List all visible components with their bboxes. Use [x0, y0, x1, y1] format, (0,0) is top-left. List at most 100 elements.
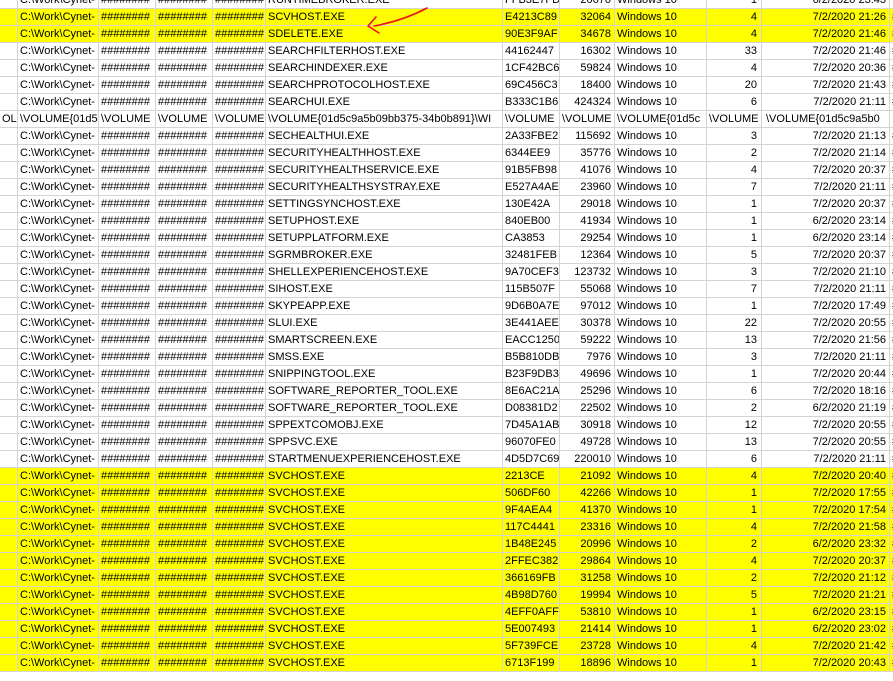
process-name-cell[interactable]: SVCHOST.EXE	[266, 587, 503, 604]
table-row[interactable]: C:\Work\Cynet- ######## ######## ######## SD…	[0, 26, 893, 43]
date-cell-b[interactable]: ########	[156, 247, 213, 264]
table-row[interactable]: C:\Work\Cynet- ######## ######## ######## SE…	[0, 60, 893, 77]
count-cell[interactable]: 4	[707, 162, 762, 179]
os-cell[interactable]: Windows 10	[615, 60, 707, 77]
date-cell-c[interactable]: ########	[213, 247, 266, 264]
date-cell-b[interactable]: ########	[156, 638, 213, 655]
timestamp-cell[interactable]: 7/2/2020 20:40	[762, 468, 890, 485]
date-cell-c[interactable]: ########	[213, 26, 266, 43]
table-row[interactable]: C:\Work\Cynet- ######## ######## ######## SV…	[0, 621, 893, 638]
date-cell-a[interactable]: ########	[99, 0, 156, 9]
timestamp-cell[interactable]: 7/2/2020 20:55	[762, 417, 890, 434]
date-cell-a[interactable]: ########	[99, 400, 156, 417]
date-cell-b[interactable]: ########	[156, 26, 213, 43]
size-cell[interactable]: 16302	[560, 43, 615, 60]
table-row[interactable]: C:\Work\Cynet- ######## ######## ######## SN…	[0, 366, 893, 383]
row-marker-cell[interactable]	[0, 553, 18, 570]
date-cell-c[interactable]: ########	[213, 383, 266, 400]
date-cell-c[interactable]: ########	[213, 604, 266, 621]
size-cell[interactable]: 21414	[560, 621, 615, 638]
timestamp-cell[interactable]: 6/2/2020 23:14	[762, 213, 890, 230]
date-cell-b[interactable]: ########	[156, 604, 213, 621]
count-cell[interactable]: 3	[707, 128, 762, 145]
os-cell[interactable]: Windows 10	[615, 77, 707, 94]
date-cell-a[interactable]: ########	[99, 315, 156, 332]
process-name-cell[interactable]: SECURITYHEALTHSERVICE.EXE	[266, 162, 503, 179]
source-path-cell[interactable]: C:\Work\Cynet-	[18, 264, 99, 281]
process-name-cell[interactable]: SECURITYHEALTHSYSTRAY.EXE	[266, 179, 503, 196]
row-marker-cell[interactable]	[0, 587, 18, 604]
os-cell[interactable]: Windows 10	[615, 451, 707, 468]
os-cell[interactable]: Windows 10	[615, 315, 707, 332]
count-cell[interactable]: 33	[707, 43, 762, 60]
size-cell[interactable]: 7976	[560, 349, 615, 366]
date-cell-c[interactable]: ########	[213, 298, 266, 315]
date-cell-b[interactable]: \VOLUME	[156, 111, 213, 128]
process-name-cell[interactable]: SLUI.EXE	[266, 315, 503, 332]
process-name-cell[interactable]: SVCHOST.EXE	[266, 553, 503, 570]
count-cell[interactable]: 4	[707, 26, 762, 43]
os-cell[interactable]: Windows 10	[615, 264, 707, 281]
process-name-cell[interactable]: SVCHOST.EXE	[266, 536, 503, 553]
size-cell[interactable]: 31258	[560, 570, 615, 587]
row-marker-cell[interactable]	[0, 417, 18, 434]
timestamp-cell[interactable]: 7/2/2020 20:36	[762, 60, 890, 77]
row-marker-cell[interactable]	[0, 26, 18, 43]
hash-cell[interactable]: 2A33FBE2	[503, 128, 560, 145]
timestamp-cell[interactable]: 7/2/2020 17:55	[762, 485, 890, 502]
date-cell-a[interactable]: ########	[99, 162, 156, 179]
timestamp-cell[interactable]: 7/2/2020 21:11	[762, 179, 890, 196]
row-marker-cell[interactable]	[0, 400, 18, 417]
timestamp-cell[interactable]: 7/2/2020 20:37	[762, 553, 890, 570]
os-cell[interactable]: Windows 10	[615, 94, 707, 111]
count-cell[interactable]: 2	[707, 400, 762, 417]
date-cell-c[interactable]: ########	[213, 349, 266, 366]
date-cell-b[interactable]: ########	[156, 128, 213, 145]
hash-cell[interactable]: 840EB00	[503, 213, 560, 230]
timestamp-cell[interactable]: 7/2/2020 20:55	[762, 434, 890, 451]
date-cell-b[interactable]: ########	[156, 196, 213, 213]
row-marker-cell[interactable]	[0, 162, 18, 179]
timestamp-cell[interactable]: 7/2/2020 21:11	[762, 94, 890, 111]
size-cell[interactable]: 30378	[560, 315, 615, 332]
row-marker-cell[interactable]	[0, 332, 18, 349]
size-cell[interactable]: 29254	[560, 230, 615, 247]
date-cell-a[interactable]: ########	[99, 128, 156, 145]
process-name-cell[interactable]: SVCHOST.EXE	[266, 570, 503, 587]
os-cell[interactable]: Windows 10	[615, 26, 707, 43]
source-path-cell[interactable]: C:\Work\Cynet-	[18, 400, 99, 417]
count-cell[interactable]: 22	[707, 315, 762, 332]
date-cell-c[interactable]: ########	[213, 145, 266, 162]
size-cell[interactable]: 20670	[560, 0, 615, 9]
date-cell-a[interactable]: ########	[99, 366, 156, 383]
size-cell[interactable]: 34678	[560, 26, 615, 43]
size-cell[interactable]: 21092	[560, 468, 615, 485]
count-cell[interactable]: 6	[707, 94, 762, 111]
date-cell-b[interactable]: ########	[156, 145, 213, 162]
timestamp-cell[interactable]: 7/2/2020 21:11	[762, 451, 890, 468]
date-cell-a[interactable]: ########	[99, 536, 156, 553]
timestamp-cell[interactable]: 7/2/2020 21:43	[762, 77, 890, 94]
table-row[interactable]: C:\Work\Cynet- ######## ######## ######## SE…	[0, 196, 893, 213]
count-cell[interactable]: 1	[707, 621, 762, 638]
date-cell-a[interactable]: ########	[99, 247, 156, 264]
row-marker-cell[interactable]	[0, 451, 18, 468]
count-cell[interactable]: 13	[707, 434, 762, 451]
source-path-cell[interactable]: C:\Work\Cynet-	[18, 315, 99, 332]
timestamp-cell[interactable]: 7/2/2020 18:16	[762, 383, 890, 400]
date-cell-b[interactable]: ########	[156, 502, 213, 519]
process-name-cell[interactable]: SVCHOST.EXE	[266, 502, 503, 519]
hash-cell[interactable]: 1CF42BC6	[503, 60, 560, 77]
table-row[interactable]: C:\Work\Cynet- ######## ######## ######## SV…	[0, 604, 893, 621]
date-cell-c[interactable]: ########	[213, 553, 266, 570]
count-cell[interactable]: 4	[707, 9, 762, 26]
table-row[interactable]: C:\Work\Cynet- ######## ######## ######## SV…	[0, 519, 893, 536]
source-path-cell[interactable]: C:\Work\Cynet-	[18, 485, 99, 502]
os-cell[interactable]: Windows 10	[615, 196, 707, 213]
table-row[interactable]: C:\Work\Cynet- ######## ######## ######## SE…	[0, 128, 893, 145]
date-cell-b[interactable]: ########	[156, 400, 213, 417]
count-cell[interactable]: 1	[707, 366, 762, 383]
os-cell[interactable]: Windows 10	[615, 230, 707, 247]
size-cell[interactable]: 59222	[560, 332, 615, 349]
date-cell-b[interactable]: ########	[156, 0, 213, 9]
